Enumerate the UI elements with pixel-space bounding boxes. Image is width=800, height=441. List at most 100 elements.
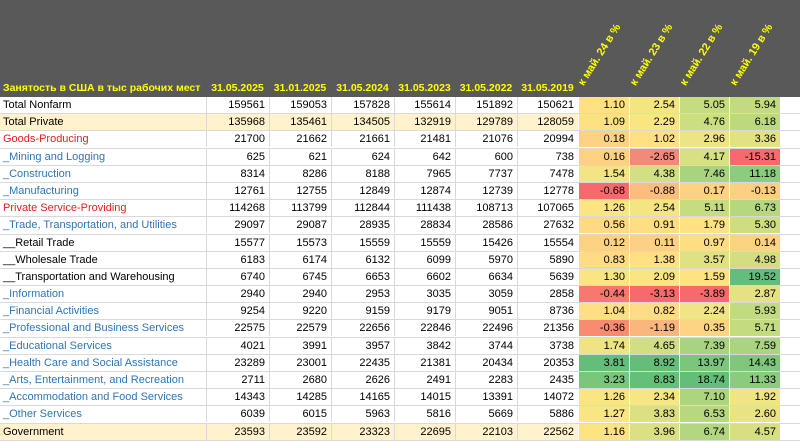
value-cell[interactable]: 3957 (331, 337, 394, 354)
row-label[interactable]: _Health Care and Social Assistance (0, 355, 206, 371)
percent-cell[interactable]: 8.83 (629, 372, 679, 388)
value-cell[interactable]: 113799 (269, 200, 331, 217)
value-cell[interactable]: 12778 (517, 182, 578, 199)
value-cell[interactable]: 114268 (206, 200, 269, 217)
percent-cell[interactable]: 0.14 (729, 234, 780, 251)
percent-cell[interactable]: 3.81 (578, 354, 629, 371)
percent-cell[interactable]: 5.11 (679, 200, 729, 217)
value-cell[interactable]: 9254 (206, 303, 269, 320)
value-cell[interactable]: 23592 (269, 423, 331, 440)
value-cell[interactable]: 600 (455, 148, 517, 165)
value-cell[interactable]: 2435 (517, 372, 578, 388)
value-cell[interactable]: 8736 (517, 303, 578, 320)
value-cell[interactable]: 159053 (269, 97, 331, 113)
value-cell[interactable]: 157828 (331, 97, 394, 113)
value-cell[interactable]: 642 (394, 148, 455, 165)
percent-cell[interactable]: 2.29 (629, 114, 679, 131)
value-cell[interactable]: 3842 (394, 337, 455, 354)
value-cell[interactable]: 5669 (455, 406, 517, 423)
value-cell[interactable]: 14072 (517, 389, 578, 406)
value-cell[interactable]: 21381 (394, 354, 455, 371)
row-label[interactable]: Government (0, 423, 206, 440)
percent-cell[interactable]: 7.59 (729, 337, 780, 354)
percent-cell[interactable]: 1.04 (578, 303, 629, 320)
value-cell[interactable]: 6174 (269, 251, 331, 268)
value-cell[interactable]: 625 (206, 148, 269, 165)
value-cell[interactable]: 3744 (455, 337, 517, 354)
percent-cell[interactable]: 18.74 (679, 372, 729, 388)
percent-cell[interactable]: 6.53 (679, 406, 729, 423)
value-cell[interactable]: 6132 (331, 251, 394, 268)
value-cell[interactable]: 9159 (331, 303, 394, 320)
row-label[interactable]: Goods-Producing (0, 131, 206, 147)
percent-cell[interactable]: 2.09 (629, 268, 679, 285)
value-cell[interactable]: 27632 (517, 217, 578, 234)
value-cell[interactable]: 150621 (517, 97, 578, 113)
percent-cell[interactable]: 3.83 (629, 406, 679, 423)
value-cell[interactable]: 21700 (206, 131, 269, 148)
percent-cell[interactable]: 1.30 (578, 268, 629, 285)
percent-cell[interactable]: 1.26 (578, 389, 629, 406)
value-cell[interactable]: 6653 (331, 268, 394, 285)
value-cell[interactable]: 14015 (394, 389, 455, 406)
row-label[interactable]: __Wholesale Trade (0, 252, 206, 268)
value-cell[interactable]: 159561 (206, 97, 269, 113)
percent-cell[interactable]: 3.23 (578, 372, 629, 388)
value-cell[interactable]: 134505 (331, 114, 394, 131)
percent-cell[interactable]: 7.39 (679, 337, 729, 354)
value-cell[interactable]: 111438 (394, 200, 455, 217)
value-cell[interactable]: 151892 (455, 97, 517, 113)
percent-cell[interactable]: -0.88 (629, 182, 679, 199)
row-label[interactable]: _Information (0, 286, 206, 302)
percent-cell[interactable]: 0.16 (578, 148, 629, 165)
value-cell[interactable]: 22496 (455, 320, 517, 337)
percent-cell[interactable]: 2.54 (629, 97, 679, 113)
row-label[interactable]: Private Service-Providing (0, 200, 206, 216)
value-cell[interactable]: 2858 (517, 286, 578, 303)
value-cell[interactable]: 2940 (206, 286, 269, 303)
percent-cell[interactable]: 1.79 (679, 217, 729, 234)
value-cell[interactable]: 8286 (269, 165, 331, 182)
percent-cell[interactable]: 7.46 (679, 165, 729, 182)
value-cell[interactable]: 6183 (206, 251, 269, 268)
row-label[interactable]: Total Nonfarm (0, 97, 206, 113)
percent-cell[interactable]: 1.59 (679, 268, 729, 285)
percent-cell[interactable]: 6.74 (679, 423, 729, 440)
value-cell[interactable]: 12755 (269, 182, 331, 199)
value-cell[interactable]: 6745 (269, 268, 331, 285)
value-cell[interactable]: 21481 (394, 131, 455, 148)
value-cell[interactable]: 6602 (394, 268, 455, 285)
percent-cell[interactable]: -0.36 (578, 320, 629, 337)
value-cell[interactable]: 22575 (206, 320, 269, 337)
percent-cell[interactable]: 2.54 (629, 200, 679, 217)
row-label[interactable]: _Accommodation and Food Services (0, 389, 206, 405)
value-cell[interactable]: 21356 (517, 320, 578, 337)
value-cell[interactable]: 15573 (269, 234, 331, 251)
percent-cell[interactable]: 5.93 (729, 303, 780, 320)
percent-cell[interactable]: 5.71 (729, 320, 780, 337)
value-cell[interactable]: 23593 (206, 423, 269, 440)
value-cell[interactable]: 2283 (455, 372, 517, 388)
value-cell[interactable]: 20434 (455, 354, 517, 371)
percent-cell[interactable]: 6.18 (729, 114, 780, 131)
percent-cell[interactable]: 5.94 (729, 97, 780, 113)
row-label[interactable]: _Mining and Logging (0, 149, 206, 165)
percent-cell[interactable]: 4.38 (629, 165, 679, 182)
value-cell[interactable]: 22579 (269, 320, 331, 337)
percent-cell[interactable]: 0.91 (629, 217, 679, 234)
row-label[interactable]: Total Private (0, 114, 206, 131)
percent-cell[interactable]: -0.13 (729, 182, 780, 199)
percent-cell[interactable]: 0.12 (578, 234, 629, 251)
value-cell[interactable]: 9220 (269, 303, 331, 320)
value-cell[interactable]: 6015 (269, 406, 331, 423)
percent-cell[interactable]: 4.17 (679, 148, 729, 165)
value-cell[interactable]: 22846 (394, 320, 455, 337)
value-cell[interactable]: 132919 (394, 114, 455, 131)
percent-cell[interactable]: 7.10 (679, 389, 729, 406)
value-cell[interactable]: 21662 (269, 131, 331, 148)
value-cell[interactable]: 2680 (269, 372, 331, 388)
row-label[interactable]: _Other Services (0, 406, 206, 422)
percent-cell[interactable]: 1.92 (729, 389, 780, 406)
value-cell[interactable]: 6634 (455, 268, 517, 285)
percent-cell[interactable]: 5.30 (729, 217, 780, 234)
